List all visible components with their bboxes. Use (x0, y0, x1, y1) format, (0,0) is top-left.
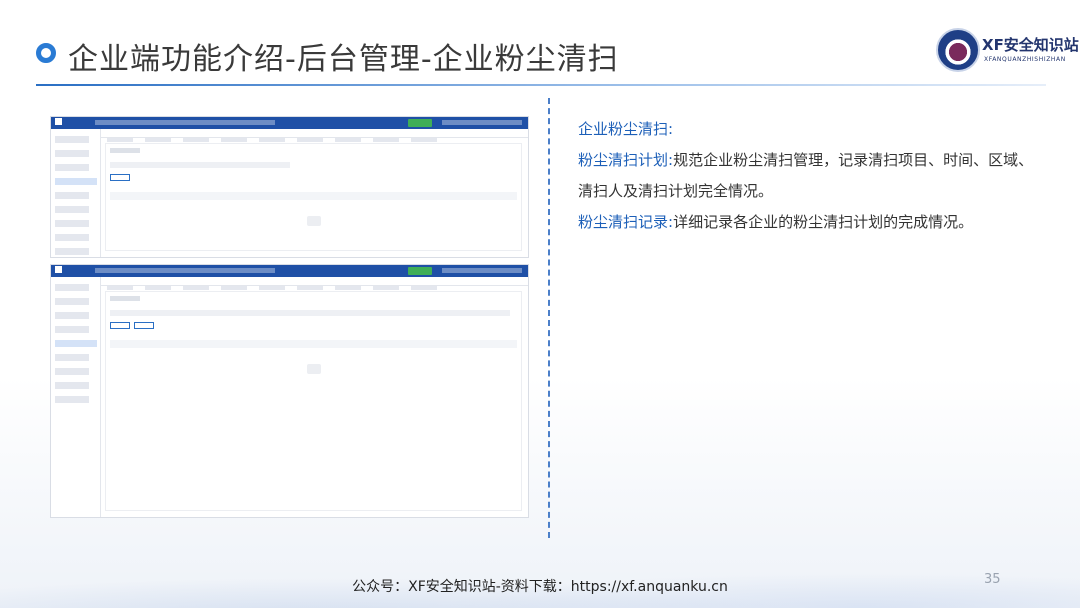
empty-state-icon (306, 364, 321, 374)
screenshot-header-text (95, 120, 275, 125)
screenshot-user-info (442, 268, 522, 273)
logo-subtitle: XFANQUANZHISHIZHAN (984, 56, 1066, 63)
title-bullet-icon (36, 43, 56, 63)
screenshot-content-card (105, 143, 522, 251)
screenshot-cleaning-plan (50, 116, 529, 258)
title-underline (36, 84, 1046, 86)
description-item-record: 粉尘清扫记录:详细记录各企业的粉尘清扫计划的完成情况。 (578, 207, 1048, 238)
empty-state-icon (306, 216, 321, 226)
screenshot-user-info (442, 120, 522, 125)
screenshot-tabs (101, 129, 528, 142)
screenshot-brand (55, 118, 64, 126)
item-label: 粉尘清扫计划: (578, 151, 674, 169)
logo-seal-icon (936, 28, 980, 72)
screenshot-header-text (95, 268, 275, 273)
page-number: 35 (984, 572, 1001, 587)
screenshot-header-bar (51, 117, 528, 129)
logo-name: XF安全知识站 (982, 36, 1079, 54)
screenshot-sidebar (51, 129, 101, 257)
screenshot-green-button (408, 267, 432, 275)
vertical-divider (548, 98, 550, 538)
screenshot-brand (55, 266, 64, 274)
screenshot-sidebar (51, 277, 101, 517)
slide-title: 企业端功能介绍-后台管理-企业粉尘清扫 (68, 42, 619, 77)
footer-text: 公众号：XF安全知识站-资料下载：https://xf.anquanku.cn (352, 579, 728, 595)
item-text: 详细记录各企业的粉尘清扫计划的完成情况。 (673, 213, 974, 231)
logo: XF安全知识站 XFANQUANZHISHIZHAN (936, 28, 1079, 76)
item-label: 粉尘清扫记录: (578, 213, 674, 231)
screenshot-tabs (101, 277, 528, 290)
description-panel: 企业粉尘清扫: 粉尘清扫计划:规范企业粉尘清扫管理，记录清扫项目、时间、区域、清… (578, 114, 1048, 238)
screenshot-green-button (408, 119, 432, 127)
screenshot-cleaning-records (50, 264, 529, 518)
screenshot-header-bar (51, 265, 528, 277)
screenshot-content-card (105, 291, 522, 511)
description-item-plan: 粉尘清扫计划:规范企业粉尘清扫管理，记录清扫项目、时间、区域、清扫人及清扫计划完… (578, 145, 1048, 207)
description-heading: 企业粉尘清扫: (578, 120, 674, 138)
